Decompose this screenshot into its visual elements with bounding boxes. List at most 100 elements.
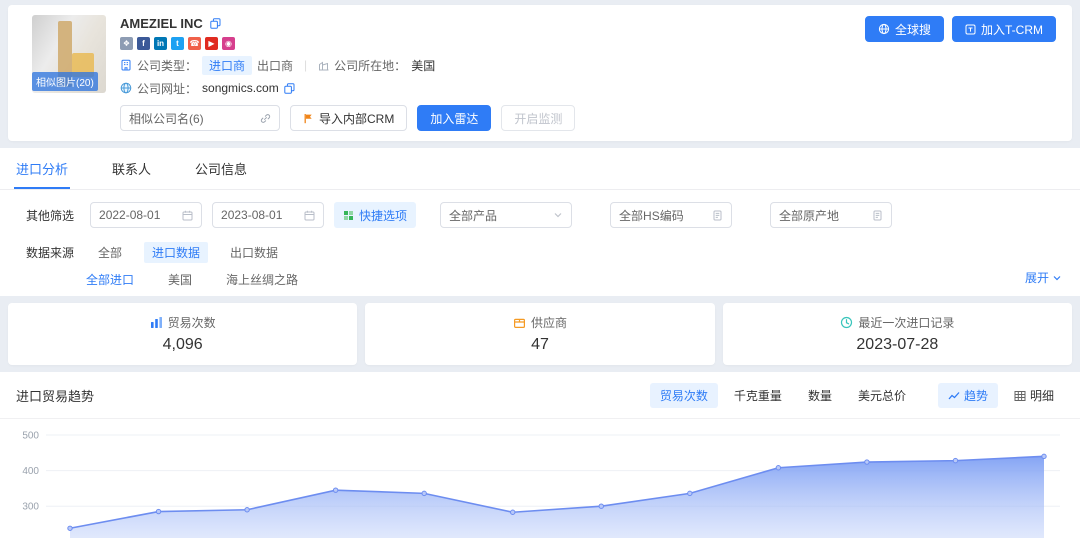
source-option-1[interactable]: 进口数据 (144, 242, 208, 263)
calendar-icon (182, 210, 193, 221)
copy-icon[interactable] (210, 18, 221, 29)
hs-code-input[interactable]: 全部HS编码 (610, 202, 732, 228)
calendar-icon (304, 210, 315, 221)
company-name: AMEZIEL INC (120, 16, 203, 31)
tab-1[interactable]: 联系人 (110, 148, 153, 189)
chart-controls: 贸易次数千克重量数量美元总价趋势明细 (650, 383, 1064, 408)
tab-2[interactable]: 公司信息 (193, 148, 249, 189)
svg-text:300: 300 (22, 502, 39, 513)
date-to-value: 2023-08-01 (221, 208, 282, 222)
website-value[interactable]: songmics.com (202, 81, 279, 95)
company-type-label: 公司类型： (137, 57, 197, 74)
stat-label: 最近一次进口记录 (858, 314, 954, 331)
chart-area: 01002003004005002022-082022-092022-10202… (0, 419, 1080, 538)
similar-company-input[interactable]: 相似公司名(6) (120, 105, 280, 131)
other-filter-label: 其他筛选 (26, 207, 74, 224)
import-trend-card: 进口贸易趋势 贸易次数千克重量数量美元总价趋势明细 01002003004005… (0, 372, 1080, 538)
location-icon (318, 60, 329, 71)
youtube-icon[interactable]: ▶ (205, 37, 218, 50)
add-radar-button[interactable]: 加入雷达 (417, 105, 491, 131)
clock-icon (840, 316, 853, 329)
svg-text:400: 400 (22, 466, 39, 477)
filter-panel: 其他筛选 2022-08-01 2023-08-01 (0, 190, 1080, 288)
building-icon (120, 59, 132, 71)
linkedin-icon[interactable]: in (154, 37, 167, 50)
join-tcrm-button[interactable]: 加入T-CRM (952, 16, 1056, 42)
tcrm-icon (965, 24, 976, 35)
stat-card-1: 供应商 47 (365, 303, 714, 365)
tab-0[interactable]: 进口分析 (14, 148, 70, 189)
import-crm-label: 导入内部CRM (319, 110, 394, 127)
origin-value: 全部原产地 (779, 207, 839, 224)
metric-button-1[interactable]: 千克重量 (724, 383, 792, 408)
website-icon[interactable]: ❖ (120, 37, 133, 50)
source-option-0[interactable]: 全部 (90, 242, 130, 263)
product-select[interactable]: 全部产品 (440, 202, 572, 228)
sub-source-option-1[interactable]: 美国 (168, 271, 192, 288)
global-search-button[interactable]: 全球搜 (865, 16, 944, 42)
table-icon (1014, 390, 1026, 402)
hs-code-value: 全部HS编码 (619, 207, 684, 224)
stat-card-2: 最近一次进口记录 2023-07-28 (723, 303, 1072, 365)
document-icon (712, 210, 723, 221)
expand-label: 展开 (1025, 269, 1049, 286)
quick-options-button[interactable]: 快捷选项 (334, 202, 416, 228)
stat-label: 供应商 (531, 314, 567, 331)
view-button-1[interactable]: 明细 (1004, 383, 1064, 408)
source-option-2[interactable]: 出口数据 (222, 242, 286, 263)
product-select-value: 全部产品 (449, 207, 497, 224)
link-icon (260, 113, 271, 124)
add-radar-label: 加入雷达 (430, 110, 478, 127)
sub-source-options: 全部进口 美国 海上丝绸之路 (26, 271, 1064, 288)
stat-value: 2023-07-28 (856, 336, 938, 354)
company-header-card: 相似图片(20) AMEZIEL INC ❖fint☎▶◉ 公司类型： 进口商 … (8, 5, 1072, 141)
similar-images-badge[interactable]: 相似图片(20) (32, 72, 98, 91)
line-chart-icon (948, 390, 960, 402)
metric-button-3[interactable]: 美元总价 (848, 383, 916, 408)
monitor-button[interactable]: 开启监测 (501, 105, 575, 131)
stat-value: 47 (531, 336, 549, 354)
app-root: 相似图片(20) AMEZIEL INC ❖fint☎▶◉ 公司类型： 进口商 … (0, 5, 1080, 538)
bar-chart-icon (150, 316, 163, 329)
expand-button[interactable]: 展开 (1025, 269, 1062, 286)
website-label: 公司网址： (137, 80, 197, 97)
global-search-label: 全球搜 (895, 21, 931, 38)
date-from-value: 2022-08-01 (99, 208, 160, 222)
phone-icon[interactable]: ☎ (188, 37, 201, 50)
metric-button-0[interactable]: 贸易次数 (650, 383, 718, 408)
globe-icon (878, 23, 890, 35)
similar-company-value: 相似公司名(6) (129, 110, 204, 127)
company-thumbnail[interactable]: 相似图片(20) (32, 15, 106, 93)
instagram-icon[interactable]: ◉ (222, 37, 235, 50)
document-icon (872, 210, 883, 221)
join-tcrm-label: 加入T-CRM (981, 21, 1043, 38)
copy-icon[interactable] (284, 83, 295, 94)
origin-input[interactable]: 全部原产地 (770, 202, 892, 228)
exporter-option[interactable]: 出口商 (257, 57, 293, 74)
quick-options-label: 快捷选项 (359, 207, 407, 224)
tab-bar: 进口分析联系人公司信息 (0, 148, 1080, 190)
source-label: 数据来源 (26, 244, 74, 261)
date-from-input[interactable]: 2022-08-01 (90, 202, 202, 228)
chevron-down-icon (1052, 273, 1062, 283)
chart-title: 进口贸易趋势 (16, 386, 94, 405)
import-crm-button[interactable]: 导入内部CRM (290, 105, 407, 131)
package-icon (513, 316, 526, 329)
stat-value: 4,096 (163, 336, 203, 354)
sub-source-option-2[interactable]: 海上丝绸之路 (226, 271, 298, 288)
date-to-input[interactable]: 2023-08-01 (212, 202, 324, 228)
grid-icon (343, 210, 354, 221)
stat-label: 贸易次数 (168, 314, 216, 331)
import-trend-chart: 01002003004005002022-082022-092022-10202… (8, 423, 1072, 538)
sub-source-option-0[interactable]: 全部进口 (86, 271, 134, 288)
facebook-icon[interactable]: f (137, 37, 150, 50)
location-value: 美国 (411, 57, 435, 74)
metric-button-2[interactable]: 数量 (798, 383, 842, 408)
divider: | (304, 58, 307, 72)
view-button-0[interactable]: 趋势 (938, 383, 998, 408)
twitter-icon[interactable]: t (171, 37, 184, 50)
location-label: 公司所在地： (334, 57, 406, 74)
analysis-section: 进口分析联系人公司信息 其他筛选 2022-08-01 2023-08-01 (0, 148, 1080, 296)
importer-tag[interactable]: 进口商 (202, 56, 252, 75)
stats-band: 贸易次数 4,096 供应商 47 最近一次进口记录 2023-07-28 (0, 296, 1080, 372)
